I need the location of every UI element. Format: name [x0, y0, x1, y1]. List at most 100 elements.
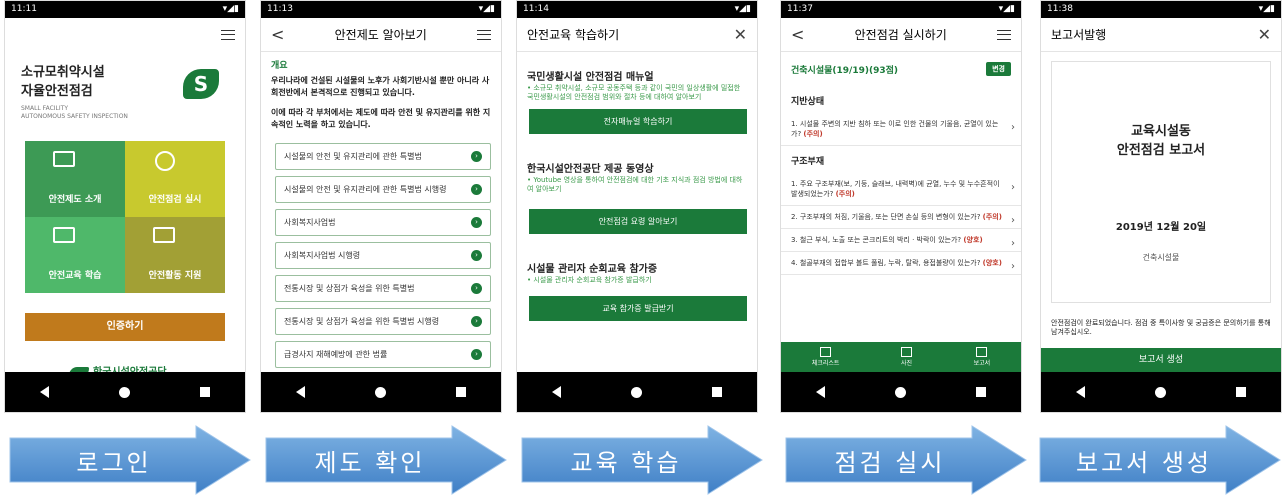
- back-chevron-icon[interactable]: <: [791, 25, 804, 44]
- app-logo-icon: S: [183, 69, 219, 99]
- org-chart-icon: [153, 227, 175, 243]
- video-button[interactable]: 안전점검 요령 알아보기: [529, 209, 747, 234]
- screen-system: 11:13 ▾◢▮ < 안전제도 알아보기 개요 우리나라에 건설된 시설물의 노…: [260, 0, 502, 413]
- close-icon[interactable]: ✕: [734, 25, 747, 44]
- report-date: 2019년 12월 20일: [1115, 222, 1207, 233]
- chevron-right-icon: ›: [1011, 261, 1015, 272]
- section-description: • 소규모 취약시설, 소규모 공동주택 등과 같이 국민의 일상생활에 밀접한…: [527, 84, 741, 101]
- tab-checklist[interactable]: 체크리스트: [812, 347, 839, 367]
- home-icon[interactable]: [1155, 386, 1166, 398]
- checklist-item[interactable]: 4. 철골부재의 접합부 볼트 풀림, 누락, 탈락, 용접불량이 있는가? (…: [781, 252, 1021, 275]
- step-arrow: 점검 실시: [780, 424, 1030, 496]
- tab-photo[interactable]: 사진: [901, 347, 912, 367]
- home-icon[interactable]: [119, 386, 130, 398]
- checklist-item[interactable]: 3. 철근 부식, 노출 또는 콘크리트의 박리 · 박락이 있는가? (양호)…: [781, 229, 1021, 252]
- page-title: 안전제도 알아보기: [334, 28, 427, 42]
- arrow-right-icon: ›: [471, 250, 482, 261]
- law-item[interactable]: 사회복지사업법 ›: [275, 209, 491, 236]
- menu-icon[interactable]: [997, 29, 1011, 40]
- recent-apps-icon[interactable]: [1236, 387, 1246, 397]
- checklist-item[interactable]: 2. 구조부재의 처짐, 기울음, 또는 단면 손실 등의 변형이 있는가? (…: [781, 206, 1021, 229]
- law-item[interactable]: 급경사지 재해예방에 관한 법률 ›: [275, 341, 491, 368]
- category-heading: 구조부재: [791, 157, 825, 167]
- menu-grid: 안전제도 소개 안전점검 실시 안전교육 학습 안전활동 지원: [25, 141, 225, 293]
- tile-activity-support[interactable]: 안전활동 지원: [125, 217, 225, 293]
- page-title: 안전점검 실시하기: [854, 28, 947, 42]
- menu-icon[interactable]: [221, 30, 235, 40]
- top-bar: 안전교육 학습하기 ✕: [517, 18, 757, 52]
- checklist-item[interactable]: 1. 주요 구조부재(보, 기둥, 슬래브, 내력벽)에 균열, 누수 및 누수…: [781, 173, 1021, 206]
- list-icon: [901, 347, 913, 357]
- certificate-button[interactable]: 교육 참가증 발급받기: [529, 296, 747, 321]
- bottom-tab-bar: 체크리스트 사진 보고서: [781, 342, 1021, 372]
- facility-header: 건축시설물(19/19)(93점) 변경: [781, 56, 1021, 82]
- arrow-label: 로그인: [76, 448, 152, 477]
- arrow-label: 점검 실시: [834, 448, 946, 477]
- top-bar: [5, 18, 245, 52]
- tile-education[interactable]: 안전교육 학습: [25, 217, 125, 293]
- monitor-icon: [976, 347, 988, 357]
- recent-apps-icon[interactable]: [976, 387, 986, 397]
- screen-education: 11:14 ▾◢▮ 안전교육 학습하기 ✕ 국민생활시설 안전점검 매뉴얼 • 소…: [516, 0, 758, 413]
- law-item[interactable]: 전통시장 및 상점가 육성을 위한 특별법 시행령 ›: [275, 308, 491, 335]
- law-item[interactable]: 시설물의 안전 및 유지관리에 관한 특별법 ›: [275, 143, 491, 170]
- home-icon[interactable]: [895, 386, 906, 398]
- back-icon[interactable]: [40, 386, 49, 398]
- arrow-right-icon: ›: [471, 151, 482, 162]
- globe-icon: [155, 151, 175, 171]
- manual-button[interactable]: 전자매뉴얼 학습하기: [529, 109, 747, 134]
- close-icon[interactable]: ✕: [1258, 25, 1271, 44]
- status-time: 11:11: [11, 4, 37, 14]
- tab-report[interactable]: 보고서: [974, 347, 990, 367]
- step-arrow: 제도 확인: [260, 424, 510, 496]
- law-item[interactable]: 사회복지사업법 시행령 ›: [275, 242, 491, 269]
- law-item[interactable]: 시설물의 안전 및 유지관리에 관한 특별법 시행령 ›: [275, 176, 491, 203]
- checklist-item[interactable]: 1. 시설물 주변의 지반 침하 또는 이로 인한 건물의 기울음, 균열이 있…: [781, 113, 1021, 146]
- chevron-right-icon: ›: [1011, 122, 1015, 133]
- arrow-right-icon: ›: [471, 316, 482, 327]
- section-description: • Youtube 영상을 통하여 안전점검에 대한 기초 지식과 점검 방법에…: [527, 176, 743, 193]
- law-item[interactable]: 전통시장 및 상점가 육성을 위한 특별법 ›: [275, 275, 491, 302]
- back-chevron-icon[interactable]: <: [271, 25, 284, 44]
- back-icon[interactable]: [1076, 386, 1085, 398]
- report-category: 건축시설물: [1142, 253, 1180, 262]
- arrow-right-icon: ›: [471, 349, 482, 360]
- back-icon[interactable]: [816, 386, 825, 398]
- category-heading: 지반상태: [791, 97, 825, 107]
- recent-apps-icon[interactable]: [456, 387, 466, 397]
- login-button[interactable]: 인증하기: [25, 313, 225, 341]
- top-bar: < 안전점검 실시하기: [781, 18, 1021, 52]
- report-card: 교육시설동 안전점검 보고서 2019년 12월 20일 건축시설물: [1051, 61, 1271, 303]
- status-icons: ▾◢▮: [222, 4, 239, 14]
- arrow-label: 교육 학습: [570, 448, 682, 477]
- back-icon[interactable]: [296, 386, 305, 398]
- generate-report-button[interactable]: 보고서 생성: [1041, 348, 1281, 372]
- screen-inspection: 11:37 ▾◢▮ < 안전점검 실시하기 건축시설물(19/19)(93점) 변…: [780, 0, 1022, 413]
- section-description: • 시설물 관리자 순회교육 참가증 발급하기: [527, 276, 652, 284]
- chevron-right-icon: ›: [1011, 215, 1015, 226]
- recent-apps-icon[interactable]: [712, 387, 722, 397]
- status-bar: 11:37 ▾◢▮: [781, 1, 1021, 18]
- intro-paragraph-2: 이에 따라 각 부처에서는 제도에 따라 안전 및 유지관리를 위한 지속적인 …: [271, 108, 491, 129]
- image-icon: [820, 347, 832, 357]
- status-bar: 11:11 ▾◢▮: [5, 1, 245, 18]
- report-title: 교육시설동 안전점검 보고서: [1116, 124, 1206, 158]
- android-nav-bar: [5, 372, 245, 412]
- section-heading: 국민생활시설 안전점검 매뉴얼: [527, 72, 654, 83]
- status-bar: 11:13 ▾◢▮: [261, 1, 501, 18]
- section-heading: 시설물 관리자 순회교육 참가증: [527, 264, 658, 275]
- tile-safety-system[interactable]: 안전제도 소개: [25, 141, 125, 217]
- home-icon[interactable]: [375, 386, 386, 398]
- arrow-label: 보고서 생성: [1075, 448, 1213, 477]
- back-icon[interactable]: [552, 386, 561, 398]
- home-icon[interactable]: [631, 386, 642, 398]
- menu-icon[interactable]: [477, 29, 491, 40]
- arrow-label: 제도 확인: [314, 448, 426, 477]
- monitor-icon: [53, 151, 75, 167]
- arrow-right-icon: ›: [471, 283, 482, 294]
- recent-apps-icon[interactable]: [200, 387, 210, 397]
- completion-message: 안전점검이 완료되었습니다. 점검 중 특이사항 및 궁금증은 문의하기를 통해…: [1051, 319, 1271, 336]
- top-bar: < 안전제도 알아보기: [261, 18, 501, 52]
- change-button[interactable]: 변경: [986, 62, 1011, 76]
- tile-inspection[interactable]: 안전점검 실시: [125, 141, 225, 217]
